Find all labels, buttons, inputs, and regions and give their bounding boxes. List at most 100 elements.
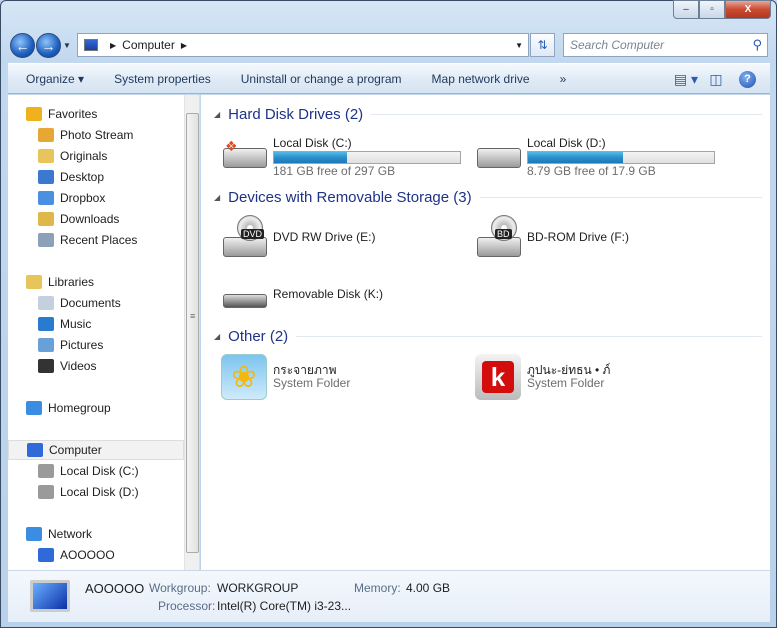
processor-value: Intel(R) Core(TM) i3-23... [217,599,352,613]
collapse-icon[interactable]: ◢ [214,193,220,202]
sidebar-item-label: Originals [60,149,108,163]
sidebar-item-music[interactable]: Music [8,314,184,334]
sidebar-scrollbar[interactable]: ≡ [184,95,199,570]
workgroup-label: Workgroup: [149,581,211,595]
sidebar-item-icon [26,527,42,541]
sidebar-item-icon [38,359,54,373]
drive-name: Local Disk (D:) [527,136,606,150]
sidebar-item-label: Computer [49,443,102,457]
sidebar-item-videos[interactable]: Videos [8,356,184,376]
computer-monitor-icon [30,580,70,612]
group-hard-disk-drives[interactable]: ◢ Hard Disk Drives (2) [201,104,770,124]
sidebar-item-icon [38,233,54,247]
drive-d[interactable]: Local Disk (D:) 8.79 GB free of 17.9 GB [475,134,725,184]
drive-f[interactable]: BD BD-ROM Drive (F:) [475,213,725,263]
view-options-icon[interactable]: ▤ ▾ [671,71,701,88]
k-app-icon: k [475,354,521,400]
sidebar-item-local-disk-c[interactable]: Local Disk (C:) [8,461,184,481]
organize-button[interactable]: Organize ▾ [8,72,99,86]
sidebar-item-network[interactable]: Network [8,524,184,544]
sidebar-item-label: Downloads [60,212,120,226]
minimize-button[interactable]: – [673,0,699,19]
search-input[interactable]: Search Computer ⚲ [563,33,768,57]
sidebar-item-photo-stream[interactable]: Photo Stream [8,125,184,145]
recent-pages-dropdown[interactable]: ▼ [63,41,71,50]
preview-pane-icon[interactable]: ◫ [701,71,731,88]
search-icon[interactable]: ⚲ [752,37,762,53]
processor-label: Processor: [158,599,216,613]
memory-value: 4.00 GB [406,581,451,595]
maximize-button[interactable]: ▫ [699,0,725,19]
sidebar-item-libraries[interactable]: Libraries [8,272,184,292]
scrollbar-thumb[interactable]: ≡ [186,113,199,553]
uninstall-program-button[interactable]: Uninstall or change a program [226,72,417,86]
sidebar-item-downloads[interactable]: Downloads [8,209,184,229]
sidebar-item-icon [38,317,54,331]
system-properties-button[interactable]: System properties [99,72,226,86]
dvd-drive-icon: DVD [221,215,269,261]
sidebar-item-icon [26,401,42,415]
sidebar-item-icon [38,170,54,184]
drive-e[interactable]: DVD DVD RW Drive (E:) [221,213,471,263]
sidebar-item-label: Local Disk (C:) [60,464,139,478]
sidebar-item-dropbox[interactable]: Dropbox [8,188,184,208]
sidebar-item-label: Photo Stream [60,128,134,142]
system-folder-1[interactable]: ❀ กระจายภาพ System Folder [221,352,471,402]
drive-k[interactable]: Removable Disk (K:) [221,272,471,322]
refresh-button[interactable]: ⇅ [530,33,555,57]
sidebar-item-favorites[interactable]: Favorites [8,104,184,124]
sidebar-item-local-disk-d[interactable]: Local Disk (D:) [8,482,184,502]
bd-badge: BD [495,229,512,239]
hard-drive-windows-icon: ❖ [221,136,269,182]
sidebar-item-recent-places[interactable]: Recent Places [8,230,184,250]
collapse-icon[interactable]: ◢ [214,332,220,341]
back-button[interactable]: ← [10,33,35,58]
sidebar-item-icon [26,107,42,121]
sidebar-item-label: Desktop [60,170,105,184]
collapse-icon[interactable]: ◢ [214,110,220,119]
sidebar-item-computer[interactable]: Computer [8,440,184,460]
group-title: Hard Disk Drives (2) [228,105,364,123]
sidebar-item-icon [27,443,43,457]
forward-button[interactable]: → [36,33,61,58]
sidebar-item-homegroup[interactable]: Homegroup [8,398,184,418]
breadcrumb-computer[interactable]: Computer [122,38,175,52]
sidebar-item-label: Pictures [60,338,104,352]
drive-usage-bar [273,151,461,164]
address-bar[interactable]: ▶ Computer ▶ ▼ [77,33,529,57]
close-button[interactable]: X [725,0,771,19]
drive-c[interactable]: ❖ Local Disk (C:) 181 GB free of 297 GB [221,134,471,184]
sidebar-item-label: Music [60,317,92,331]
more-commands-button[interactable]: » [545,72,582,86]
sidebar-item-aooooo[interactable]: AOOOOO [8,545,184,565]
workgroup-value: WORKGROUP [217,581,299,595]
sidebar-item-label: Libraries [48,275,95,289]
sidebar-item-desktop[interactable]: Desktop [8,167,184,187]
sidebar-item-pictures[interactable]: Pictures [8,335,184,355]
system-folder-2[interactable]: k ภูปนะ-ย่ทธน • ภ์ System Folder [475,352,725,402]
folder-type: System Folder [273,376,351,390]
sidebar-item-documents[interactable]: Documents [8,293,184,313]
sidebar-item-originals[interactable]: Originals [8,146,184,166]
dvd-badge: DVD [241,229,265,239]
sidebar-item-label: Dropbox [60,191,106,205]
drive-usage-bar [527,151,715,164]
sidebar-item-label: Local Disk (D:) [60,485,139,499]
group-removable-storage[interactable]: ◢ Devices with Removable Storage (3) [201,187,770,207]
group-title: Devices with Removable Storage (3) [228,188,472,206]
sidebar-item-label: Network [48,527,93,541]
address-dropdown-icon[interactable]: ▼ [515,41,523,50]
group-other[interactable]: ◢ Other (2) [201,326,770,346]
computer-icon [84,39,98,51]
drive-name: Local Disk (C:) [273,136,352,150]
breadcrumb-arrow-icon[interactable]: ▶ [110,41,116,50]
map-network-drive-button[interactable]: Map network drive [417,72,545,86]
sidebar-item-label: Videos [60,359,97,373]
sidebar-item-label: Favorites [48,107,98,121]
drive-name: BD-ROM Drive (F:) [527,230,629,244]
sidebar-item-icon [38,548,54,562]
computer-name: AOOOOO [85,581,145,596]
breadcrumb-arrow-icon[interactable]: ▶ [181,41,187,50]
help-icon[interactable]: ? [739,70,756,88]
caption-buttons: – ▫ X [673,0,771,19]
